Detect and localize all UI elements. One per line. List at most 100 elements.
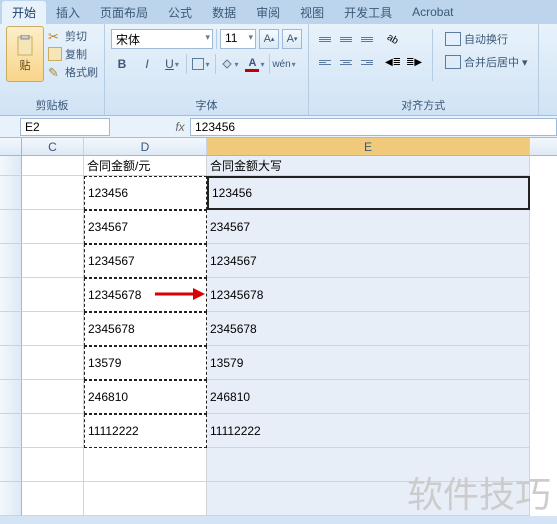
table-row: 246810 246810 (0, 380, 557, 414)
cell[interactable]: 11112222 (207, 414, 530, 448)
cell[interactable] (84, 448, 207, 482)
cut-button[interactable]: ✂剪切 (48, 28, 98, 44)
cell[interactable]: 1234567 (84, 244, 207, 278)
paste-button[interactable]: 贴 (6, 26, 44, 82)
merge-center-button[interactable]: 合并后居中▾ (441, 52, 532, 72)
cell[interactable] (22, 176, 84, 210)
cell[interactable]: 2345678 (84, 312, 207, 346)
font-name-combo[interactable]: 宋体 (111, 29, 213, 49)
clipboard-group-label: 剪贴板 (6, 95, 98, 115)
wrap-text-button[interactable]: 自动换行 (441, 29, 532, 49)
cell[interactable] (207, 448, 530, 482)
table-row: 11112222 11112222 (0, 414, 557, 448)
ribbon-tabstrip: 开始 插入 页面布局 公式 数据 审阅 视图 开发工具 Acrobat (0, 0, 557, 24)
bold-button[interactable]: B (111, 53, 133, 75)
row-header[interactable] (0, 312, 22, 346)
cell[interactable] (22, 244, 84, 278)
col-header-d[interactable]: D (84, 138, 207, 155)
cell[interactable]: 246810 (207, 380, 530, 414)
name-box[interactable] (20, 118, 110, 136)
cell[interactable]: 1234567 (207, 244, 530, 278)
decrease-indent-button[interactable]: ◀≣ (383, 52, 403, 72)
cell[interactable]: 合同金额/元 (84, 156, 207, 176)
cell[interactable]: 13579 (84, 346, 207, 380)
cell[interactable] (22, 448, 84, 482)
row-header[interactable] (0, 278, 22, 312)
tab-formulas[interactable]: 公式 (158, 1, 202, 24)
cell[interactable]: 13579 (207, 346, 530, 380)
select-all-corner[interactable] (0, 138, 22, 155)
border-button[interactable]: ▾ (190, 53, 212, 75)
tab-layout[interactable]: 页面布局 (90, 1, 158, 24)
shrink-font-button[interactable]: A▾ (282, 29, 302, 49)
row-header[interactable] (0, 176, 22, 210)
tab-developer[interactable]: 开发工具 (334, 1, 402, 24)
underline-button[interactable]: U▾ (161, 53, 183, 75)
align-middle-button[interactable] (336, 29, 356, 49)
copy-button[interactable]: 复制 (48, 46, 98, 62)
cell[interactable]: 234567 (207, 210, 530, 244)
italic-button[interactable]: I (136, 53, 158, 75)
table-row: 13579 13579 (0, 346, 557, 380)
row-header[interactable] (0, 156, 22, 176)
cell[interactable]: 246810 (84, 380, 207, 414)
group-font: 宋体 11 A▴ A▾ B I U▾ ▾ ▾ A▾ wén▾ (105, 24, 309, 115)
phonetic-button[interactable]: wén▾ (273, 53, 295, 75)
cell[interactable]: 123456 (84, 176, 207, 210)
row-header[interactable] (0, 482, 22, 516)
wrap-icon (445, 32, 461, 46)
row-header[interactable] (0, 448, 22, 482)
tab-home[interactable]: 开始 (2, 1, 46, 24)
row-header[interactable] (0, 380, 22, 414)
cell[interactable] (22, 380, 84, 414)
tab-insert[interactable]: 插入 (46, 1, 90, 24)
cell[interactable] (207, 482, 530, 516)
row-header[interactable] (0, 244, 22, 278)
align-bottom-button[interactable] (357, 29, 377, 49)
col-header-e[interactable]: E (207, 138, 530, 155)
align-top-button[interactable] (315, 29, 335, 49)
cell[interactable] (22, 414, 84, 448)
tab-acrobat[interactable]: Acrobat (402, 2, 463, 22)
cell[interactable]: 12345678 (207, 278, 530, 312)
row-header[interactable] (0, 210, 22, 244)
grow-font-button[interactable]: A▴ (259, 29, 279, 49)
font-size-combo[interactable]: 11 (220, 29, 256, 49)
cell[interactable]: 11112222 (84, 414, 207, 448)
font-color-button[interactable]: A▾ (244, 53, 266, 75)
cell[interactable] (22, 312, 84, 346)
worksheet[interactable]: C D E 合同金额/元 合同金额大写 123456 123456 234567… (0, 138, 557, 516)
cell[interactable]: 合同金额大写 (207, 156, 530, 176)
cell[interactable] (84, 482, 207, 516)
cell-selected[interactable]: 123456 (207, 176, 530, 210)
cell[interactable] (22, 210, 84, 244)
orientation-button[interactable]: ab (383, 29, 403, 49)
tab-view[interactable]: 视图 (290, 1, 334, 24)
fill-color-button[interactable]: ▾ (219, 53, 241, 75)
cell[interactable]: 2345678 (207, 312, 530, 346)
cell[interactable] (22, 278, 84, 312)
tab-data[interactable]: 数据 (202, 1, 246, 24)
align-left-button[interactable] (315, 52, 335, 72)
brush-icon: ✎ (48, 65, 62, 79)
align-center-button[interactable] (336, 52, 356, 72)
cell[interactable] (22, 346, 84, 380)
row-header[interactable] (0, 414, 22, 448)
align-right-button[interactable] (357, 52, 377, 72)
increase-indent-button[interactable]: ≣▶ (404, 52, 424, 72)
format-painter-button[interactable]: ✎格式刷 (48, 64, 98, 80)
merge-icon (445, 55, 461, 69)
table-row (0, 448, 557, 482)
col-header-c[interactable]: C (22, 138, 84, 155)
cell[interactable] (22, 156, 84, 176)
table-row: 1234567 1234567 (0, 244, 557, 278)
table-row: 合同金额/元 合同金额大写 (0, 156, 557, 176)
cell[interactable] (22, 482, 84, 516)
table-row (0, 482, 557, 516)
column-headers: C D E (0, 138, 557, 156)
cell[interactable]: 234567 (84, 210, 207, 244)
fx-label[interactable]: fx (170, 120, 190, 134)
tab-review[interactable]: 审阅 (246, 1, 290, 24)
row-header[interactable] (0, 346, 22, 380)
formula-input[interactable] (190, 118, 557, 136)
